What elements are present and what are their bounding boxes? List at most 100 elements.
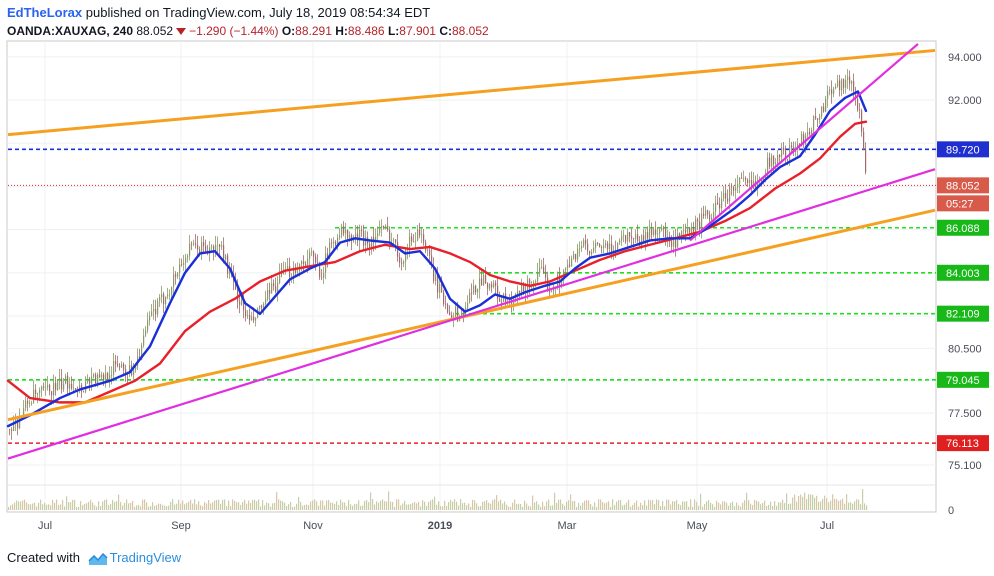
axis-label-77.500: 77.500 — [948, 408, 982, 420]
volume-bar — [174, 504, 176, 510]
volume-bar — [704, 504, 706, 510]
candle-body — [249, 315, 251, 321]
volume-bar — [252, 500, 254, 510]
volume-bar — [214, 500, 216, 510]
volume-bar — [132, 500, 134, 510]
volume-bar — [426, 505, 428, 510]
volume-bar — [370, 492, 372, 510]
volume-bar — [238, 502, 240, 510]
candle-body — [341, 226, 343, 236]
candle-body — [779, 154, 781, 158]
volume-bar — [748, 500, 750, 510]
price-badge-79.045: 79.045 — [946, 375, 980, 387]
candle-body — [145, 330, 147, 336]
volume-bar — [196, 504, 198, 510]
volume-bar — [178, 499, 180, 510]
volume-bar — [270, 506, 272, 510]
candle-body — [301, 261, 303, 265]
price-badge-84.003: 84.003 — [946, 268, 980, 280]
tradingview-brand[interactable]: TradingView — [110, 550, 182, 565]
volume-bar — [242, 501, 244, 510]
volume-bar — [778, 502, 780, 510]
candle-body — [863, 131, 865, 150]
candle-body — [609, 243, 611, 250]
candle-body — [865, 149, 867, 173]
candle-body — [497, 285, 499, 299]
volume-bar — [536, 501, 538, 510]
volume-bar — [64, 506, 66, 510]
candle-body — [475, 285, 477, 293]
candle-body — [113, 361, 115, 375]
candle-body — [471, 292, 473, 294]
candle-body — [203, 242, 205, 247]
candle-body — [121, 364, 123, 368]
volume-bar — [434, 496, 436, 510]
candle-body — [643, 235, 645, 241]
volume-bar — [864, 503, 866, 510]
volume-bar — [36, 506, 38, 510]
volume-bar — [126, 499, 128, 510]
volume-bar — [574, 500, 576, 510]
volume-bar — [334, 503, 336, 510]
candle-body — [811, 130, 813, 135]
candle-body — [159, 297, 161, 301]
candle-body — [181, 264, 183, 266]
time-axis[interactable]: Jul Sep Nov 2019 Mar May Jul — [7, 511, 936, 532]
volume-bar — [614, 505, 616, 510]
candle-body — [659, 229, 661, 234]
candle-body — [771, 155, 773, 167]
volume-bar — [322, 500, 324, 510]
footer: Created with TradingView — [7, 548, 181, 568]
candle-body — [275, 286, 277, 293]
price-badge-89.720: 89.720 — [946, 144, 980, 156]
volume-bar — [542, 501, 544, 510]
price-axis[interactable]: 94.000 92.000 80.500 77.500 75.100 0 89.720 88.… — [937, 52, 989, 517]
volume-bar — [212, 502, 214, 510]
volume-bar — [300, 501, 302, 510]
volume-bar — [794, 494, 796, 510]
volume-bar — [288, 504, 290, 510]
volume-bar — [224, 499, 226, 510]
volume-bar — [248, 500, 250, 510]
volume-bar — [72, 499, 74, 510]
candle-body — [579, 247, 581, 250]
candle-body — [483, 274, 485, 285]
candle-body — [551, 291, 553, 293]
candle-body — [63, 384, 65, 390]
volume-bar — [860, 504, 862, 510]
candle-body — [627, 232, 629, 242]
candle-body — [677, 233, 679, 248]
volume-bar — [182, 500, 184, 510]
candle-body — [443, 292, 445, 304]
volume-bar — [808, 494, 810, 510]
candle-body — [143, 335, 145, 346]
volume-bar — [292, 506, 294, 510]
candle-body — [365, 237, 367, 246]
candle-body — [185, 257, 187, 264]
candle-body — [825, 98, 827, 112]
volume-bar — [816, 495, 818, 510]
volume-bar — [448, 502, 450, 510]
candle-body — [101, 374, 103, 378]
volume-bar — [514, 499, 516, 510]
candle-body — [421, 234, 423, 236]
volume-bar — [366, 500, 368, 510]
volume-bar — [368, 502, 370, 510]
volume-bar — [680, 505, 682, 510]
candle-body — [97, 374, 99, 384]
candle-body — [701, 213, 703, 230]
volume-bar — [146, 502, 148, 510]
volume-bar — [210, 503, 212, 510]
volume-bar — [568, 500, 570, 510]
candle-body — [595, 242, 597, 248]
volume-bar — [556, 502, 558, 510]
volume-bar — [328, 500, 330, 510]
volume-bar — [472, 499, 474, 510]
volume-bar — [226, 506, 228, 510]
price-chart[interactable]: 94.000 92.000 80.500 77.500 75.100 0 89.720 88.… — [0, 0, 994, 546]
volume-bar — [340, 499, 342, 510]
volume-bar — [382, 499, 384, 510]
volume-bar — [824, 495, 826, 510]
volume-bar — [186, 503, 188, 510]
volume-bar — [124, 503, 126, 510]
